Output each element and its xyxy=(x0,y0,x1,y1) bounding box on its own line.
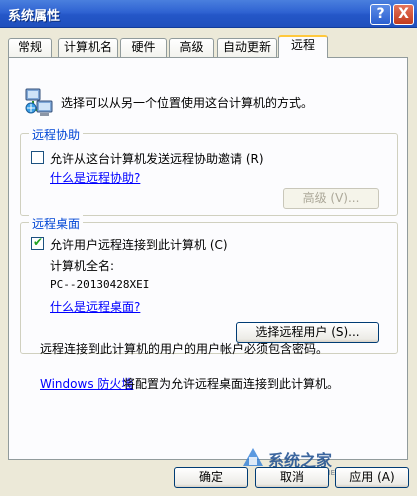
remote-desktop-checkbox[interactable]: ✔ xyxy=(31,235,44,250)
computer-full-name-label: 计算机全名: xyxy=(50,259,115,273)
computer-full-name-value: PC--20130428XEI xyxy=(50,278,150,291)
remote-desktop-checkbox-label[interactable]: 允许用户远程连接到此计算机 (C) xyxy=(50,236,228,253)
title-bar: 系统属性 ? X xyxy=(0,0,417,28)
apply-button[interactable]: 应用 (A) xyxy=(335,467,409,488)
firewall-note-text: 将配置为允许远程桌面连接到此计算机。 xyxy=(123,377,340,391)
tab-advanced[interactable]: 高级 xyxy=(169,38,214,57)
advanced-button[interactable]: 高级 (V)... xyxy=(283,188,379,209)
remote-assistance-legend: 远程协助 xyxy=(29,126,84,143)
tab-panel-remote: 选择可以从另一个位置使用这台计算机的方式。 远程协助 允许从这台计算机发送远程协… xyxy=(8,57,408,460)
dialog-client-area: 常规 计算机名 硬件 高级 自动更新 远程 选择可以从另一个位置使用这台计算机的… xyxy=(0,28,417,496)
remote-desktop-help-link[interactable]: 什么是远程桌面? xyxy=(50,298,140,315)
tab-general[interactable]: 常规 xyxy=(8,38,52,57)
password-note: 远程连接到此计算机的用户的用户帐户必须包含密码。 xyxy=(40,342,329,356)
window-title: 系统属性 xyxy=(8,9,61,24)
tab-strip: 常规 计算机名 硬件 高级 自动更新 远程 xyxy=(8,35,408,58)
windows-firewall-link[interactable]: Windows 防火墙 xyxy=(40,375,133,392)
close-button[interactable]: X xyxy=(393,4,414,25)
tab-automatic-updates[interactable]: 自动更新 xyxy=(217,38,277,57)
remote-assistance-checkbox[interactable] xyxy=(31,151,44,164)
remote-assistance-help-link[interactable]: 什么是远程协助? xyxy=(50,169,140,186)
help-button[interactable]: ? xyxy=(370,4,391,25)
remote-assistance-checkbox-label[interactable]: 允许从这台计算机发送远程协助邀请 (R) xyxy=(50,150,264,167)
remote-desktop-legend: 远程桌面 xyxy=(29,215,84,232)
remote-assistance-group: 远程协助 允许从这台计算机发送远程协助邀请 (R) 什么是远程协助? 高级 (V… xyxy=(20,126,398,216)
cancel-button[interactable]: 取消 xyxy=(255,467,329,488)
tab-computer-name[interactable]: 计算机名 xyxy=(58,38,118,57)
tab-remote[interactable]: 远程 xyxy=(278,35,328,58)
ok-button[interactable]: 确定 xyxy=(174,467,248,488)
checkmark-icon: ✔ xyxy=(33,235,44,249)
intro-text: 选择可以从另一个位置使用这台计算机的方式。 xyxy=(61,96,314,110)
remote-computers-icon xyxy=(23,86,55,118)
remote-desktop-group: 远程桌面 ✔ 允许用户远程连接到此计算机 (C) 计算机全名: PC--2013… xyxy=(20,215,398,354)
tab-hardware[interactable]: 硬件 xyxy=(120,38,167,57)
